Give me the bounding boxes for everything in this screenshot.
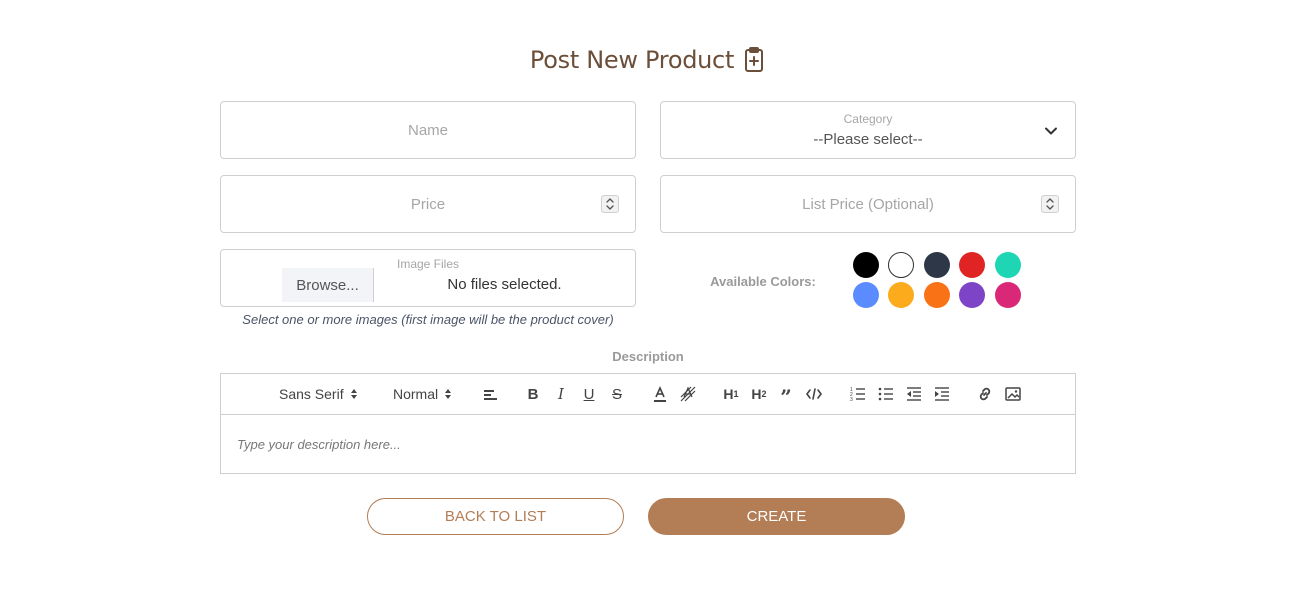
color-swatch[interactable]	[924, 252, 950, 278]
clipboard-plus-icon	[742, 46, 766, 74]
price-placeholder: Price	[410, 196, 446, 213]
color-swatch[interactable]	[853, 252, 879, 278]
price-input[interactable]: Price	[220, 175, 636, 233]
color-swatch[interactable]	[924, 282, 950, 308]
align-icon[interactable]	[481, 384, 499, 404]
create-button[interactable]: CREATE	[648, 498, 905, 535]
list-price-placeholder: List Price (Optional)	[802, 196, 934, 213]
font-size-value: Normal	[393, 386, 439, 402]
page-title: Post New Product	[529, 46, 735, 74]
italic-icon[interactable]: I	[552, 384, 570, 404]
description-label: Description	[612, 349, 684, 364]
description-editor: Sans Serif Normal B I U S H1 H2 ” 123 Ty…	[220, 373, 1076, 474]
bullet-list-icon[interactable]	[877, 384, 895, 404]
color-swatch[interactable]	[959, 252, 985, 278]
font-family-select[interactable]: Sans Serif	[279, 384, 358, 404]
color-swatch[interactable]	[959, 282, 985, 308]
price-stepper[interactable]	[601, 195, 619, 213]
chevron-down-icon	[1044, 124, 1058, 138]
color-swatch[interactable]	[888, 282, 914, 308]
ordered-list-icon[interactable]: 123	[849, 384, 867, 404]
page-header: Post New Product	[0, 46, 1296, 74]
text-color-icon[interactable]	[651, 384, 669, 404]
browse-button[interactable]: Browse...	[282, 268, 374, 302]
color-swatch[interactable]	[995, 282, 1021, 308]
back-to-list-button[interactable]: BACK TO LIST	[367, 498, 624, 535]
blockquote-icon[interactable]: ”	[778, 384, 794, 407]
name-input[interactable]: Name	[220, 101, 636, 159]
svg-text:3: 3	[850, 397, 853, 402]
font-family-value: Sans Serif	[279, 386, 344, 402]
list-price-stepper[interactable]	[1041, 195, 1059, 213]
strike-icon[interactable]: S	[608, 384, 626, 404]
category-label: Category	[843, 112, 893, 126]
category-selected-value: --Please select--	[813, 131, 923, 148]
file-status: No files selected.	[447, 276, 562, 293]
font-size-select[interactable]: Normal	[393, 384, 452, 404]
link-icon[interactable]	[976, 384, 994, 404]
image-hint: Select one or more images (first image w…	[242, 312, 614, 327]
image-icon[interactable]	[1004, 384, 1022, 404]
list-price-input[interactable]: List Price (Optional)	[660, 175, 1076, 233]
heading2-icon[interactable]: H2	[749, 384, 769, 404]
outdent-icon[interactable]	[905, 384, 923, 404]
updown-icon	[350, 389, 357, 399]
updown-icon	[445, 389, 452, 399]
color-swatch[interactable]	[995, 252, 1021, 278]
available-colors-label: Available Colors:	[710, 274, 816, 289]
category-select[interactable]: Category --Please select--	[660, 101, 1076, 159]
image-files-input[interactable]: Image Files Browse... No files selected.	[220, 249, 636, 307]
background-color-icon[interactable]	[679, 384, 697, 404]
heading1-icon[interactable]: H1	[721, 384, 741, 404]
color-swatch[interactable]	[853, 282, 879, 308]
description-textarea[interactable]: Type your description here...	[221, 415, 1075, 473]
description-placeholder: Type your description here...	[237, 437, 401, 452]
bold-icon[interactable]: B	[524, 384, 542, 404]
editor-toolbar: Sans Serif Normal B I U S H1 H2 ” 123	[221, 374, 1075, 415]
indent-icon[interactable]	[933, 384, 951, 404]
color-swatch[interactable]	[888, 252, 914, 278]
name-placeholder: Name	[407, 122, 448, 139]
underline-icon[interactable]: U	[580, 384, 598, 404]
code-block-icon[interactable]	[805, 384, 823, 404]
